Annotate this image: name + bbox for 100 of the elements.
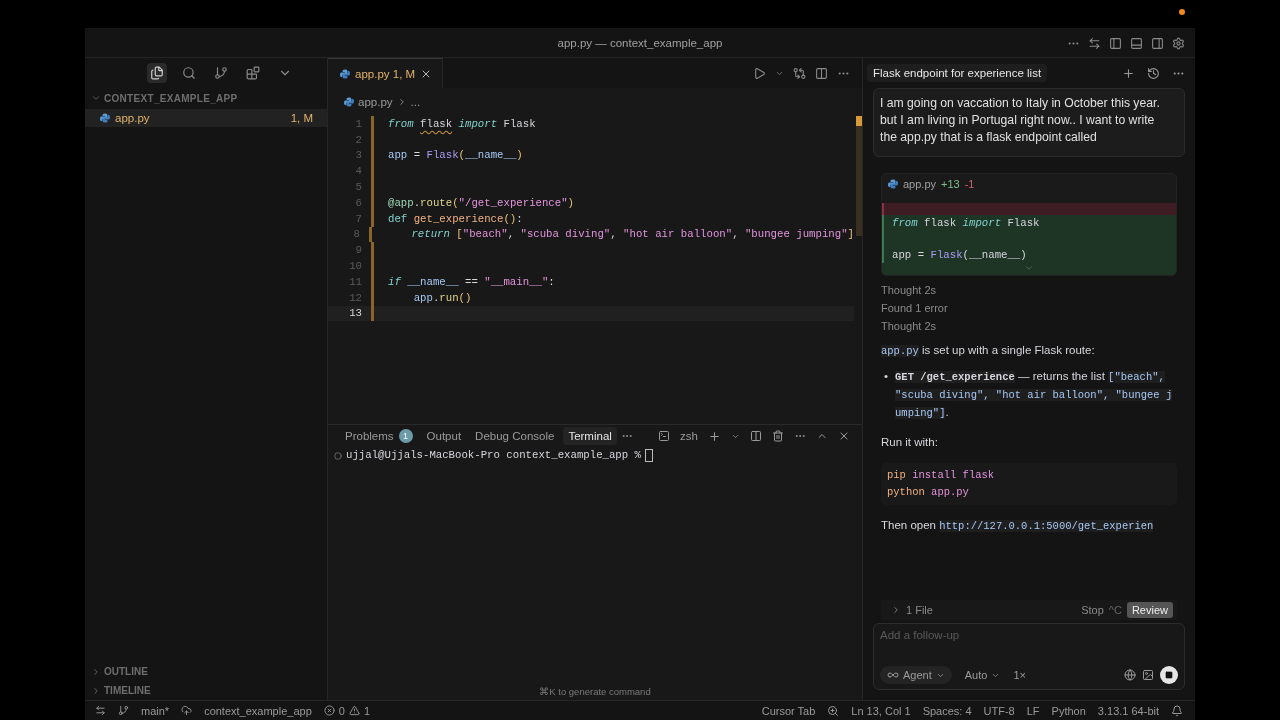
file-icon <box>100 113 110 123</box>
file-icon <box>344 97 354 107</box>
step-text: Thought 2s <box>881 320 938 332</box>
split-icon[interactable] <box>815 66 828 80</box>
arrows-icon[interactable] <box>1088 36 1101 50</box>
line-number: 6 <box>354 196 362 209</box>
section-header[interactable]: OUTLINE <box>85 662 327 681</box>
cloud-icon[interactable] <box>181 705 193 716</box>
run-icon[interactable] <box>753 66 766 80</box>
shortcut-text: ^C <box>1108 604 1122 616</box>
chevron-icon[interactable] <box>891 605 901 615</box>
bullet-text: GET /get_experience — returns the list ["beach", "scuba diving", "hot air balloon", "bungee jumping"]. <box>895 369 1174 421</box>
cursor-tab-status[interactable]: Cursor Tab <box>761 704 816 717</box>
summary-text: app.py is set up with a single Flask route: <box>881 343 1096 359</box>
model-dropdown[interactable]: Auto <box>957 666 1008 684</box>
branch-icon[interactable] <box>118 705 129 716</box>
terminal-icon[interactable] <box>658 430 671 442</box>
add-icon[interactable] <box>1122 66 1135 80</box>
warning-icon[interactable] <box>348 705 360 716</box>
file-item[interactable]: app.py 1, M <box>85 109 327 127</box>
hint-text: ⌘K to generate command <box>539 685 651 697</box>
warning-count[interactable]: 1 <box>363 704 370 717</box>
review-button[interactable]: Review <box>1126 602 1173 618</box>
files-toggle[interactable]: 1 File <box>906 604 933 616</box>
step-text: Thought 2s <box>881 284 938 296</box>
split-icon[interactable] <box>750 430 762 442</box>
error-count[interactable]: 0 <box>338 704 345 717</box>
panel-tab[interactable]: Output <box>421 427 467 445</box>
section-header[interactable]: TIMELINE <box>85 681 327 700</box>
bullet-marker: • <box>884 369 889 384</box>
search-icon <box>182 66 196 80</box>
activity-button[interactable] <box>147 63 167 83</box>
chat-tab[interactable]: Flask endpoint for experience list <box>867 64 1048 82</box>
line-number: 7 <box>354 212 362 225</box>
count-badge: 1 <box>398 429 413 443</box>
panel-tab[interactable]: Problems 1 <box>340 426 418 446</box>
file-icon <box>888 179 898 189</box>
breadcrumb-item[interactable]: ... <box>410 96 421 108</box>
editor-tab[interactable]: app.py 1, M <box>328 58 444 88</box>
sidebar-toggle-icon[interactable] <box>1109 36 1122 50</box>
bell-icon[interactable] <box>1171 704 1183 717</box>
mode-dropdown[interactable]: Agent <box>880 666 952 684</box>
blocks-icon <box>246 66 260 80</box>
code-line: def get_experience(): <box>388 212 523 225</box>
panel-toggle-icon[interactable] <box>1130 36 1143 50</box>
add-icon[interactable] <box>708 429 721 443</box>
remote-icon[interactable] <box>95 705 106 716</box>
error-icon[interactable] <box>323 705 335 716</box>
history-icon[interactable] <box>1147 66 1160 80</box>
files-icon <box>150 66 164 80</box>
branch-status[interactable]: main* <box>141 704 170 717</box>
line-number: 1 <box>354 117 362 130</box>
status-item[interactable]: Spaces: 4 <box>922 704 972 717</box>
line-number: 5 <box>354 181 362 194</box>
globe-icon[interactable] <box>1124 669 1136 681</box>
paragraph-text: Then open http://127.0.0.1:5000/get_experien <box>881 518 1155 534</box>
settings-icon[interactable] <box>1172 36 1185 50</box>
follow-up-field[interactable]: Add a follow-up Agent Auto 1× <box>873 623 1185 690</box>
code-line: app.run() <box>412 291 472 304</box>
removed-count: -1 <box>964 178 975 190</box>
status-item[interactable]: UTF-8 <box>983 704 1015 717</box>
status-item[interactable]: Ln 13, Col 1 <box>851 704 911 717</box>
status-item[interactable]: 3.13.1 64-bit <box>1097 704 1159 717</box>
infinity-icon <box>887 669 899 681</box>
zoom-icon[interactable] <box>827 704 840 717</box>
trash-icon[interactable] <box>772 430 784 442</box>
line-number: 11 <box>348 275 362 288</box>
shell-selector[interactable]: zsh <box>680 430 698 442</box>
image-icon[interactable] <box>1142 669 1154 681</box>
line-number: 10 <box>348 260 362 273</box>
stop-button[interactable] <box>1160 666 1178 684</box>
folder-name[interactable]: CONTEXT_EXAMPLE_APP <box>104 92 238 104</box>
compare-icon[interactable] <box>793 66 806 80</box>
status-item[interactable]: Python <box>1051 704 1086 717</box>
change-marker <box>856 116 862 126</box>
folder-status[interactable]: context_example_app <box>204 704 312 717</box>
cursor <box>645 449 654 462</box>
status-item[interactable]: LF <box>1026 704 1040 717</box>
code-line: return ["beach", "scuba diving", "hot air balloon", "bungee jumping"] <box>410 228 854 241</box>
circle-icon <box>334 452 342 460</box>
step-text: Found 1 error <box>881 302 949 314</box>
code-line: if __name__ == "__main__": <box>388 275 555 288</box>
window-title: app.py — context_example_app <box>557 36 723 49</box>
file-icon <box>340 68 350 79</box>
breadcrumb-item[interactable]: app.py <box>358 96 393 108</box>
panel-tab[interactable]: Terminal <box>563 427 617 445</box>
panel-right-icon[interactable] <box>1151 36 1164 50</box>
multiplier-text: 1× <box>1013 669 1026 681</box>
file-name: app.py <box>903 178 937 190</box>
code-line: app = Flask(__name__) <box>388 149 523 162</box>
code-block: pip install flask python app.py <box>881 463 1177 505</box>
branch-icon <box>214 66 228 80</box>
stop-link[interactable]: Stop <box>1081 604 1104 616</box>
line-number: 12 <box>348 291 362 304</box>
line-number: 3 <box>354 149 362 162</box>
code-line: from flask import Flask <box>388 117 536 130</box>
line-number: 9 <box>354 244 362 257</box>
panel-tab[interactable]: Debug Console <box>470 427 560 445</box>
close-icon[interactable] <box>838 430 850 442</box>
indicator-dot <box>1179 9 1185 15</box>
